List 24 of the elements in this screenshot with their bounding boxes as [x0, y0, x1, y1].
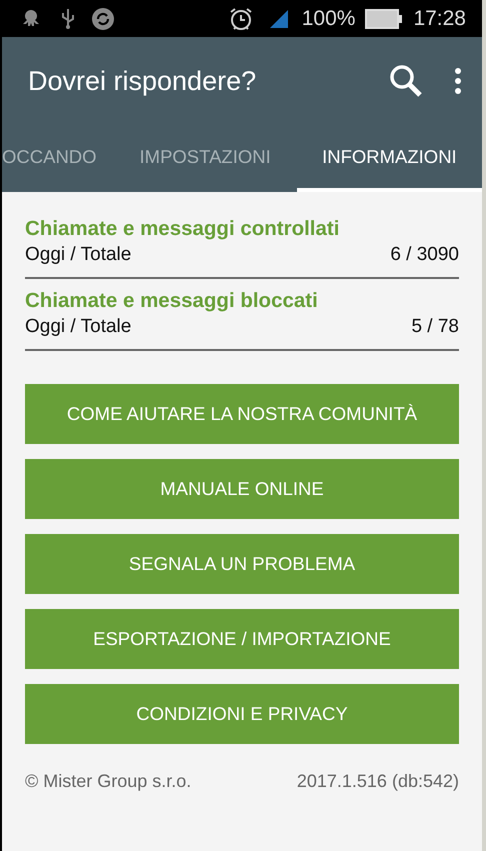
- battery-percent: 100%: [302, 6, 356, 30]
- menu-button[interactable]: CONDIZIONI E PRIVACY: [25, 684, 459, 744]
- version-text: 2017.1.516 (db:542): [296, 771, 459, 792]
- stat-value: 6 / 3090: [390, 244, 459, 266]
- tab[interactable]: OCCANDO: [2, 125, 114, 192]
- stat-title: Chiamate e messaggi bloccati: [25, 289, 319, 313]
- search-icon[interactable]: [388, 63, 424, 99]
- copyright-text: © Mister Group s.r.o.: [25, 771, 192, 792]
- app-title: Dovrei rispondere?: [28, 66, 258, 96]
- menu-button[interactable]: MANUALE ONLINE: [25, 459, 459, 519]
- battery-icon: [365, 8, 404, 28]
- stat-title: Chiamate e messaggi controllati: [25, 217, 340, 241]
- stat-value: 5 / 78: [411, 316, 459, 338]
- menu-button[interactable]: SEGNALA UN PROBLEMA: [25, 534, 459, 594]
- alarm-clock-icon: [228, 6, 254, 32]
- menu-button[interactable]: ESPORTAZIONE / IMPORTAZIONE: [25, 609, 459, 669]
- stat-label: Oggi / Totale: [25, 316, 132, 338]
- overflow-menu-icon[interactable]: [454, 68, 462, 94]
- stat-label: Oggi / Totale: [25, 244, 132, 266]
- tab[interactable]: IMPOSTAZIONI: [114, 125, 297, 192]
- sync-icon: [92, 8, 114, 30]
- usb-icon: [60, 8, 76, 30]
- clock-time: 17:28: [413, 6, 466, 30]
- menu-button[interactable]: COME AIUTARE LA NOSTRA COMUNITÀ: [25, 384, 459, 444]
